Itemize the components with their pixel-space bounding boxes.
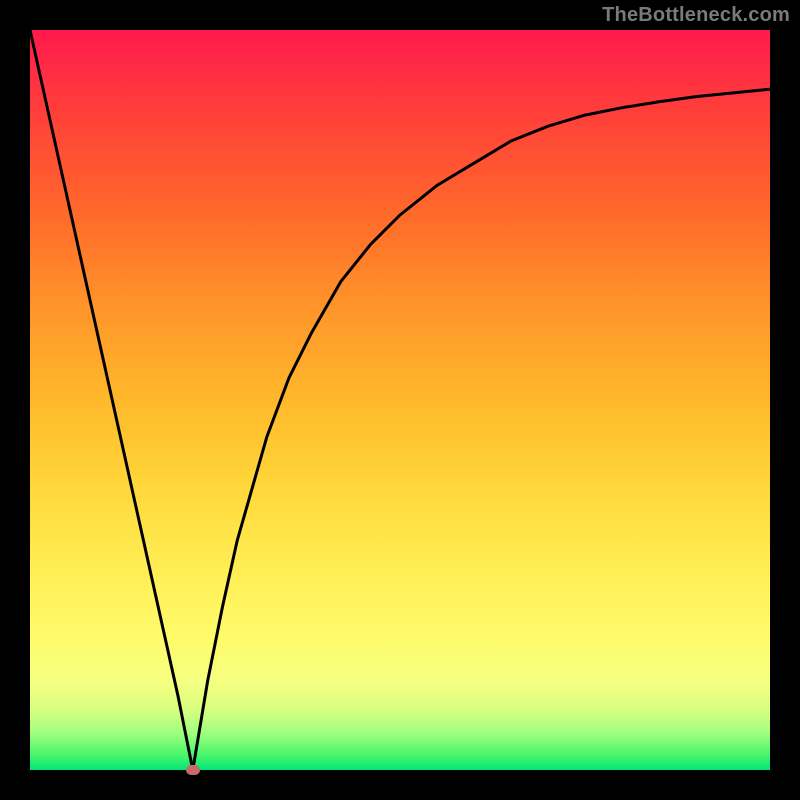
bottleneck-curve xyxy=(30,30,770,770)
chart-frame: TheBottleneck.com xyxy=(0,0,800,800)
watermark-text: TheBottleneck.com xyxy=(602,4,790,27)
plot-area xyxy=(30,30,770,770)
minimum-marker xyxy=(186,765,200,775)
